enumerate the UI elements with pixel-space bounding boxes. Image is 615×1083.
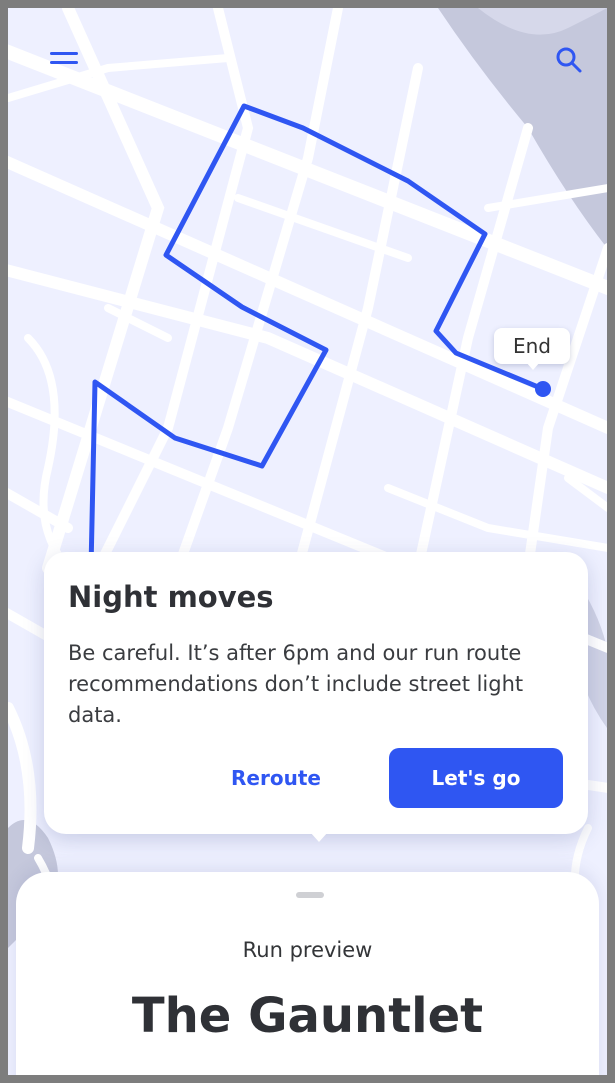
end-label: End [494, 328, 570, 364]
alert-message: Be careful. It’s after 6pm and our run r… [68, 641, 524, 727]
run-name: The Gauntlet [131, 988, 484, 1044]
alert-card-pointer [310, 832, 328, 842]
menu-icon [50, 52, 78, 64]
alert-title: Night moves [68, 580, 274, 614]
phone-screen: End Night moves Be careful. It’s after 6… [8, 8, 607, 1075]
search-button[interactable] [545, 36, 593, 84]
run-preview-sheet[interactable]: Run preview The Gauntlet [16, 872, 599, 1075]
end-callout-pointer [526, 362, 540, 370]
drag-handle[interactable] [296, 892, 324, 898]
reroute-button[interactable]: Reroute [212, 748, 340, 808]
menu-button[interactable] [40, 36, 88, 84]
sheet-subtitle: Run preview [242, 938, 373, 962]
lets-go-button[interactable]: Let's go [389, 748, 563, 808]
night-warning-card: Night moves Be careful. It’s after 6pm a… [44, 552, 588, 842]
search-icon [556, 47, 582, 73]
end-callout: End [494, 328, 572, 372]
end-point-marker [535, 381, 551, 397]
